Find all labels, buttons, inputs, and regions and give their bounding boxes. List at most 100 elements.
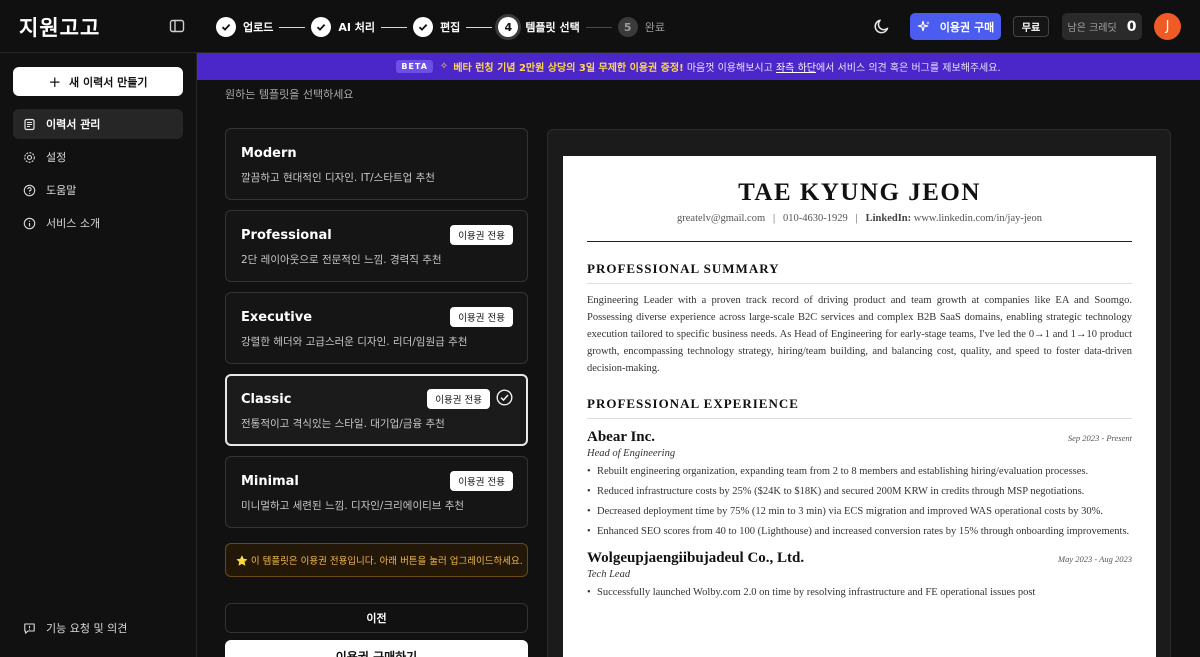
page-instruction: 원하는 템플릿을 선택하세요 (225, 88, 354, 101)
step-connector (585, 26, 612, 28)
check-icon (311, 17, 332, 37)
sidebar: + 새 이력서 만들기 이력서 관리 설정 도움말 서비스 소개 기능 요청 및… (0, 53, 197, 657)
list-item: Enhanced SEO scores from 40 to 100 (Ligh… (587, 523, 1132, 540)
buy-pass-button[interactable]: 이용권 구매 (910, 13, 1001, 40)
template-card-classic[interactable]: Classic 전통적이고 격식있는 스타일. 대기업/금융 추천 이용권 전용 (225, 374, 528, 446)
step-connector (279, 26, 306, 28)
feedback-label: 기능 요청 및 의견 (46, 622, 128, 635)
resume-name: TAE KYUNG JEON (738, 179, 981, 206)
new-resume-label: 새 이력서 만들기 (69, 75, 148, 89)
sparkle-icon (917, 20, 930, 32)
app-logo[interactable]: 지원고고 (19, 12, 100, 42)
premium-badge: 이용권 전용 (427, 389, 490, 409)
step-template: 4 템플릿 선택 (498, 17, 580, 37)
sidebar-toggle-icon[interactable] (168, 17, 186, 35)
plan-badge: 무료 (1013, 16, 1049, 37)
step-label: 완료 (644, 21, 665, 34)
separator: | (855, 213, 858, 224)
template-card-minimal[interactable]: Minimal 미니멀하고 세련된 느낌. 디자인/크리에이티브 추천 이용권 … (225, 456, 528, 528)
job-role: Tech Lead (587, 569, 631, 580)
sidebar-nav: 이력서 관리 설정 도움말 서비스 소개 (13, 109, 183, 241)
beta-banner: BETA ✧ 베타 런칭 기념 2만원 상당의 3일 무제한 이용권 증정! 마… (197, 53, 1200, 80)
sidebar-item-label: 이력서 관리 (46, 118, 101, 131)
sparkle-icon: ✧ (439, 61, 449, 72)
list-item: Reduced infrastructure costs by 25% ($24… (587, 483, 1132, 500)
check-icon (216, 17, 236, 37)
list-item: Decreased deployment time by 75% (12 min… (587, 503, 1132, 520)
gear-icon (24, 151, 35, 163)
step-number: 4 (498, 17, 519, 37)
banner-text: 에서 서비스 의견 혹은 버그를 제보해주세요. (815, 63, 1001, 74)
section-heading: PROFESSIONAL SUMMARY (587, 261, 1132, 284)
banner-highlight: 베타 런칭 기념 2만원 상당의 3일 무제한 이용권 증정! (453, 63, 684, 74)
progress-steps: 업로드 AI 처리 편집 4 템플릿 선택 5 완료 (216, 16, 665, 38)
job-bullets: Successfully launched Wolby.com 2.0 on t… (587, 584, 1132, 601)
avatar[interactable]: J (1154, 13, 1181, 40)
resume-contact: greatelv@gmail.com | 010-4630-1929 | Lin… (587, 213, 1132, 224)
new-resume-button[interactable]: + 새 이력서 만들기 (13, 67, 183, 96)
step-label: 업로드 (243, 21, 274, 34)
list-item: Rebuilt engineering organization, expand… (587, 463, 1132, 480)
sidebar-item-resumes[interactable]: 이력서 관리 (13, 109, 183, 139)
step-upload: 업로드 (216, 17, 273, 37)
template-desc: 전통적이고 격식있는 스타일. 대기업/금융 추천 (241, 418, 445, 430)
sidebar-item-label: 서비스 소개 (46, 217, 101, 230)
company-name: Abear Inc. (587, 429, 656, 445)
linkedin-label: LinkedIn: (865, 213, 912, 224)
document-icon (24, 118, 35, 130)
step-done: 5 완료 (617, 17, 665, 37)
job-bullets: Rebuilt engineering organization, expand… (587, 463, 1132, 540)
purchase-button[interactable]: 이용권 구매하기 (225, 640, 528, 657)
sidebar-item-settings[interactable]: 설정 (13, 142, 183, 172)
resume-linkedin: www.linkedin.com/in/jay-jeon (913, 213, 1042, 224)
credits-display: 남은 크레딧 0 (1062, 13, 1142, 40)
job-header: Wolgeupjaengiibujadeul Co., Ltd. May 202… (587, 550, 1132, 567)
template-card-modern[interactable]: Modern 깔끔하고 현대적인 디자인. IT/스타트업 추천 (225, 128, 528, 200)
step-edit: 편집 (413, 17, 460, 37)
moon-icon[interactable] (872, 16, 892, 36)
job-date: May 2023 - Aug 2023 (1058, 554, 1132, 564)
step-number: 5 (617, 17, 638, 37)
sidebar-item-label: 도움말 (46, 184, 77, 197)
resume-preview: TAE KYUNG JEON greatelv@gmail.com | 010-… (563, 156, 1156, 657)
credits-value: 0 (1126, 18, 1137, 35)
premium-badge: 이용권 전용 (450, 307, 513, 327)
plus-icon: + (48, 72, 62, 91)
job-date: Sep 2023 - Present (1067, 433, 1132, 443)
template-desc: 미니멀하고 세련된 느낌. 디자인/크리에이티브 추천 (241, 500, 465, 512)
job-role: Head of Engineering (587, 448, 676, 459)
template-desc: 2단 레이아웃으로 전문적인 느낌. 경력직 추천 (241, 254, 442, 266)
premium-notice: ⭐ 이 템플릿은 이용권 전용입니다. 아래 버튼을 눌러 업그레이드하세요. (225, 543, 528, 577)
previous-button[interactable]: 이전 (225, 603, 528, 633)
top-bar: 지원고고 업로드 AI 처리 편집 4 템플릿 선택 5 완료 이용권 구매 무… (0, 0, 1200, 53)
template-desc: 강렬한 헤더와 고급스러운 디자인. 리더/임원급 추천 (241, 336, 468, 348)
step-ai: AI 처리 (311, 17, 375, 37)
buy-pass-label: 이용권 구매 (939, 20, 995, 34)
template-card-professional[interactable]: Professional 2단 레이아웃으로 전문적인 느낌. 경력직 추천 이… (225, 210, 528, 282)
premium-badge: 이용권 전용 (450, 471, 513, 491)
banner-link[interactable]: 좌측 하단 (776, 59, 816, 74)
message-icon (24, 622, 35, 634)
info-icon (23, 217, 36, 229)
template-name: Modern (241, 146, 297, 161)
job-header: Abear Inc. Sep 2023 - Present (587, 429, 1132, 446)
header-divider (587, 241, 1132, 242)
step-connector (466, 26, 493, 28)
beta-badge: BETA (396, 60, 433, 73)
premium-badge: 이용권 전용 (450, 225, 513, 245)
template-card-executive[interactable]: Executive 강렬한 헤더와 고급스러운 디자인. 리더/임원급 추천 이… (225, 292, 528, 364)
sidebar-item-about[interactable]: 서비스 소개 (13, 208, 183, 238)
resume-email: greatelv@gmail.com (677, 213, 766, 224)
separator: | (773, 213, 776, 224)
company-name: Wolgeupjaengiibujadeul Co., Ltd. (587, 550, 805, 566)
credits-label: 남은 크레딧 (1067, 23, 1117, 34)
step-connector (381, 26, 408, 28)
selected-check-icon (496, 389, 513, 410)
step-label: 편집 (440, 21, 461, 34)
banner-text: 마음껏 이용해보시고 (683, 63, 776, 74)
help-icon (23, 184, 36, 196)
sidebar-item-help[interactable]: 도움말 (13, 175, 183, 205)
template-list: Modern 깔끔하고 현대적인 디자인. IT/스타트업 추천 Profess… (225, 128, 528, 538)
step-label: AI 처리 (338, 21, 376, 34)
feedback-link[interactable]: 기능 요청 및 의견 (23, 620, 127, 636)
